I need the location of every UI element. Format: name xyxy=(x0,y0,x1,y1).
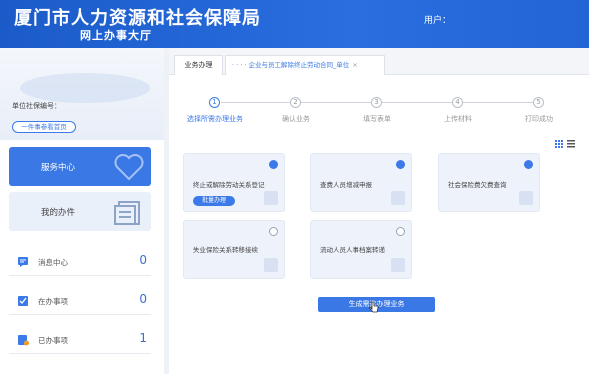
main-panel: 业务办理 · · · · 企业与员工解除终止劳动合同_单位 × 1 2 3 4 5… xyxy=(169,48,589,374)
home-button[interactable]: 一件事参看首页 xyxy=(12,121,76,133)
business-card[interactable]: 终止或解除劳动关系登记 批量办理 xyxy=(183,153,285,212)
stat-count: 0 xyxy=(139,292,147,306)
grid-view-icon[interactable] xyxy=(555,140,577,148)
step-label-4: 上传材料 xyxy=(444,115,472,123)
done-icon xyxy=(17,334,29,346)
step-2: 2 xyxy=(290,97,301,108)
close-icon[interactable]: × xyxy=(352,61,357,69)
camera-icon xyxy=(391,191,405,205)
person-card-icon xyxy=(264,258,278,272)
step-label-1: 选择所需办理业务 xyxy=(187,115,243,123)
business-card[interactable]: 失业保险关系转移接续 xyxy=(183,220,285,279)
step-5: 5 xyxy=(533,97,544,108)
stat-label: 在办事项 xyxy=(38,297,68,306)
app-header: 厦门市人力资源和社会保障局 网上办事大厅 用户： xyxy=(0,0,589,48)
step-1: 1 xyxy=(209,97,220,108)
step-connector xyxy=(301,102,371,103)
heart-icon xyxy=(113,151,145,185)
user-label[interactable]: 用户： xyxy=(424,13,451,26)
tab-label: 企业与员工解除终止劳动合同_单位 xyxy=(248,61,350,69)
card-title: 失业保险关系转移接续 xyxy=(193,246,258,254)
step-4: 4 xyxy=(452,97,463,108)
stat-count: 1 xyxy=(139,331,147,345)
step-connector xyxy=(463,102,533,103)
checked-icon[interactable] xyxy=(396,160,405,169)
step-label-2: 确认业务 xyxy=(282,115,310,123)
step-connector xyxy=(382,102,452,103)
message-icon xyxy=(17,256,29,268)
step-connector xyxy=(221,102,291,103)
card-title: 社会保险费欠费查询 xyxy=(448,181,507,189)
unit-id-label: 单位社保编号： xyxy=(12,102,61,110)
service-center-label: 服务中心 xyxy=(41,163,76,173)
plus-icon xyxy=(519,191,533,205)
card-title: 终止或解除劳动关系登记 xyxy=(193,181,265,189)
step-label-3: 填写表单 xyxy=(363,115,391,123)
edit-icon xyxy=(264,191,278,205)
sidebar-item-service-center[interactable]: 服务中心 xyxy=(9,147,151,186)
tab-business[interactable]: 业务办理 xyxy=(174,55,223,75)
my-work-label: 我的办件 xyxy=(41,208,76,218)
stat-label: 已办事项 xyxy=(38,336,68,345)
checked-icon[interactable] xyxy=(269,160,278,169)
stat-message-center[interactable]: 消息中心 0 xyxy=(9,250,151,276)
stat-label: 消息中心 xyxy=(38,258,68,267)
batch-badge[interactable]: 批量办理 xyxy=(193,196,235,206)
view-toggle xyxy=(555,140,577,150)
checked-icon[interactable] xyxy=(524,160,533,169)
document-icon xyxy=(113,200,141,228)
pointer-cursor-icon xyxy=(369,301,379,315)
card-title: 流动人员人事档案转递 xyxy=(320,246,385,254)
unchecked-icon[interactable] xyxy=(269,227,278,236)
user-icon xyxy=(391,258,405,272)
business-card[interactable]: 流动人员人事档案转递 xyxy=(310,220,412,279)
step-3: 3 xyxy=(371,97,382,108)
step-label-5: 打印成功 xyxy=(525,115,553,123)
business-card[interactable]: 社会保险费欠费查询 xyxy=(438,153,540,212)
stat-count: 0 xyxy=(139,253,147,267)
stat-in-progress[interactable]: 在办事项 0 xyxy=(9,289,151,315)
tab-prefix: · · · · xyxy=(232,61,247,69)
stat-done[interactable]: 已办事项 1 xyxy=(9,328,151,354)
in-progress-icon xyxy=(17,295,29,307)
business-card[interactable]: 查费人员增减申报 xyxy=(310,153,412,212)
card-title: 查费人员增减申报 xyxy=(320,181,372,189)
tab-contract-termination[interactable]: · · · · 企业与员工解除终止劳动合同_单位 × xyxy=(225,55,385,75)
site-subtitle: 网上办事大厅 xyxy=(80,29,152,42)
tab-bar: 业务办理 · · · · 企业与员工解除终止劳动合同_单位 × xyxy=(169,48,589,75)
unchecked-icon[interactable] xyxy=(396,227,405,236)
sidebar-item-my-work[interactable]: 我的办件 xyxy=(9,192,151,231)
